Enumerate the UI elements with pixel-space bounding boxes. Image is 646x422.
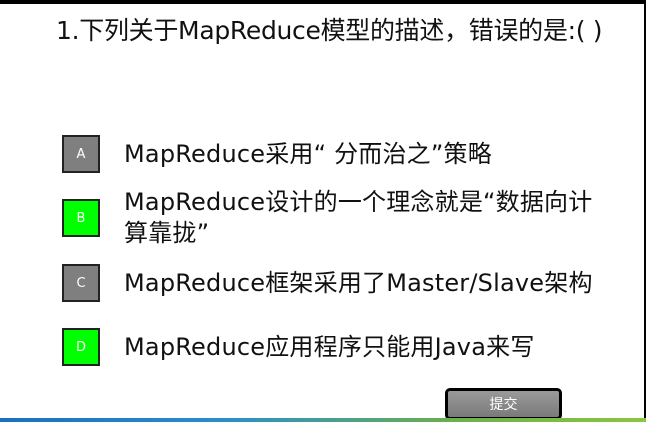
top-border [0,0,646,4]
option-d[interactable]: D MapReduce应用程序只能用Java来写 [62,328,604,366]
option-a-text[interactable]: MapReduce采用“ 分而治之”策略 [124,139,604,170]
option-c[interactable]: C MapReduce框架采用了Master/Slave架构 [62,264,604,302]
question-text: 1.下列关于MapReduce模型的描述，错误的是:( ) [56,16,603,45]
option-b-badge[interactable]: B [62,199,100,237]
option-d-badge[interactable]: D [62,328,100,366]
option-a[interactable]: A MapReduce采用“ 分而治之”策略 [62,135,604,173]
option-b-text[interactable]: MapReduce设计的一个理念就是“数据向计算靠拢” [124,187,604,249]
option-a-badge[interactable]: A [62,135,100,173]
submit-button[interactable]: 提交 [445,388,562,420]
bottom-accent-bar [0,418,646,422]
option-c-text[interactable]: MapReduce框架采用了Master/Slave架构 [124,268,604,299]
option-b[interactable]: B MapReduce设计的一个理念就是“数据向计算靠拢” [62,187,604,249]
option-d-text[interactable]: MapReduce应用程序只能用Java来写 [124,332,604,363]
option-c-badge[interactable]: C [62,264,100,302]
